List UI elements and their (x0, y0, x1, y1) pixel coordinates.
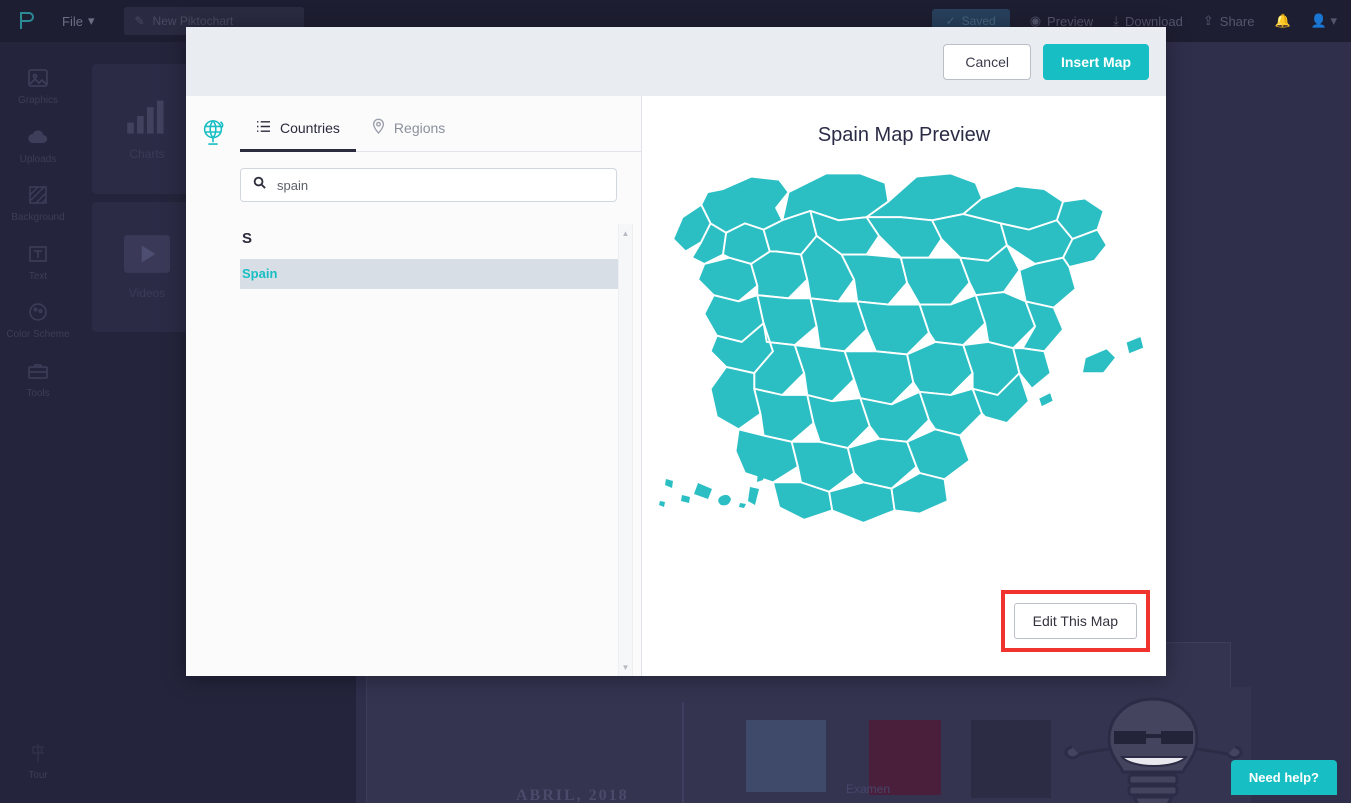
modal-header: Cancel Insert Map (186, 27, 1166, 96)
map-picker-modal: Cancel Insert Map Countries Regions spai… (186, 27, 1166, 676)
document-title-text: New Piktochart (152, 14, 234, 28)
modal-body: Countries Regions spain S Spain ▲ ▼ Spai… (186, 96, 1166, 676)
user-icon[interactable]: 👤 ▾ (1311, 13, 1337, 29)
map-preview-panel: Spain Map Preview Edit This Map (642, 96, 1166, 676)
cloud-upload-icon (26, 125, 50, 149)
canvas-bar-3 (971, 720, 1051, 798)
image-icon (26, 66, 50, 90)
panel-card-label: Videos (128, 285, 166, 300)
canvas-chart-label: Examen (846, 782, 891, 796)
cancel-button[interactable]: Cancel (943, 43, 1031, 80)
sidebar-item-tour[interactable]: Tour (0, 731, 76, 790)
search-icon (253, 176, 266, 194)
tab-label: Countries (280, 119, 340, 136)
text-box-icon (26, 242, 50, 266)
globe-icon (186, 108, 240, 146)
share-button[interactable]: ⇪ Share (1203, 13, 1255, 29)
sidebar-item-text[interactable]: Text (0, 232, 76, 291)
canvas-bar-1 (746, 720, 826, 792)
tour-icon (26, 741, 50, 765)
chevron-down-icon: ▾ (87, 13, 95, 28)
modal-tabs: Countries Regions (240, 108, 641, 152)
pencil-icon: ✎ (134, 14, 145, 28)
share-label: Share (1219, 13, 1255, 29)
brand-logo-icon[interactable] (14, 8, 40, 34)
tab-countries[interactable]: Countries (240, 108, 356, 152)
sidebar-item-uploads[interactable]: Uploads (0, 115, 76, 174)
map-pin-icon (372, 118, 385, 137)
sidebar-label: Background (11, 212, 65, 223)
sidebar-item-background[interactable]: Background (0, 173, 76, 232)
list-icon (256, 120, 271, 136)
bell-icon[interactable]: 🔔 (1274, 13, 1290, 29)
edit-this-map-button[interactable]: Edit This Map (1013, 603, 1137, 639)
tab-regions[interactable]: Regions (356, 108, 461, 152)
sidebar-label: Text (28, 270, 48, 282)
sidebar-label: Graphics (17, 95, 58, 106)
map-list-panel: Countries Regions spain S Spain ▲ ▼ (186, 96, 642, 676)
insert-map-button[interactable]: Insert Map (1042, 43, 1149, 80)
sidebar-item-graphics[interactable]: Graphics (0, 56, 76, 115)
list-scrollbar[interactable]: ▲ ▼ (618, 224, 633, 676)
play-icon (124, 234, 170, 276)
preview-title: Spain Map Preview (817, 124, 991, 146)
list-group-header: S (242, 230, 253, 247)
sidebar-label: Color Scheme (6, 329, 70, 340)
toolbox-icon (26, 359, 50, 383)
country-list-inner: S Spain (186, 224, 641, 289)
panel-top: Countries Regions (186, 96, 641, 152)
sidebar-label: Tour (28, 769, 48, 781)
triangle-up-icon[interactable]: ▲ (619, 226, 632, 240)
triangle-down-icon[interactable]: ▼ (619, 660, 632, 674)
list-item-spain[interactable]: Spain (240, 259, 623, 289)
sidebar-label: Tools (26, 387, 50, 399)
search-area (186, 152, 641, 202)
pattern-icon (26, 183, 50, 207)
panel-card-label: Charts (129, 146, 165, 161)
canvas-date-text: ABRIL, 2018 (516, 787, 629, 803)
saved-label: Saved (961, 14, 996, 28)
canary-islands-map (652, 461, 792, 521)
share-icon: ⇪ (1202, 13, 1214, 28)
sidebar-item-color-scheme[interactable]: Color Scheme (0, 290, 76, 349)
edit-map-highlight: Edit This Map (1000, 590, 1150, 652)
country-list: S Spain ▲ ▼ (186, 224, 641, 676)
file-menu-label: File (62, 13, 83, 29)
search-input[interactable] (277, 177, 604, 193)
search-box[interactable] (240, 168, 617, 202)
tab-label: Regions (393, 119, 446, 136)
file-menu[interactable]: File ▾ (62, 13, 94, 29)
check-icon: ✓ (945, 14, 956, 28)
lightbulb-graphic (1056, 687, 1251, 803)
bar-chart-icon (125, 98, 169, 137)
sidebar-label: Uploads (19, 153, 57, 165)
palette-icon (26, 300, 50, 324)
left-sidebar: Graphics Uploads Background Text Color S… (0, 42, 76, 803)
need-help-button[interactable]: Need help? (1230, 760, 1337, 795)
sidebar-item-tools[interactable]: Tools (0, 349, 76, 408)
timeline-vertical-line (682, 702, 684, 803)
